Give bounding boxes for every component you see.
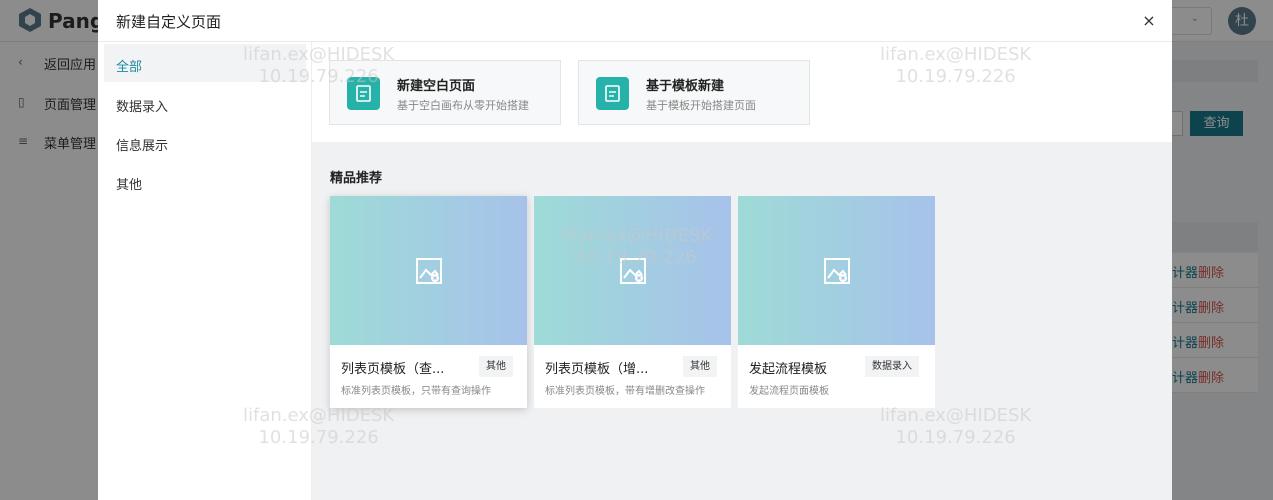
modal-title: 新建自定义页面 xyxy=(116,13,222,31)
template-desc: 标准列表页模板，带有增删改查操作 xyxy=(545,386,705,397)
create-card-title: 新建空白页面 xyxy=(397,79,476,94)
template-tag: 其他 xyxy=(683,356,717,377)
category-label: 信息展示 xyxy=(116,139,169,154)
watermark: lifan.ex@HIDESK 10.19.79.226 xyxy=(561,225,713,268)
section-title: 精品推荐 xyxy=(330,171,383,186)
image-placeholder-icon xyxy=(416,258,442,284)
create-from-template-card[interactable]: 基于模板新建 基于模板开始搭建页面 xyxy=(578,60,810,125)
template-thumbnail xyxy=(738,196,935,345)
category-label: 全部 xyxy=(116,60,143,75)
create-card-desc: 基于模板开始搭建页面 xyxy=(646,99,756,112)
category-data-entry[interactable]: 数据录入 xyxy=(104,84,306,122)
watermark: lifan.ex@HIDESK 10.19.79.226 xyxy=(880,405,1032,448)
template-thumbnail xyxy=(534,196,731,345)
watermark: lifan.ex@HIDESK 10.19.79.226 xyxy=(880,44,1032,87)
create-options-area: 新建空白页面 基于空白画布从零开始搭建 基于模板新建 基于模板开始搭建页面 xyxy=(312,42,1172,142)
category-label: 数据录入 xyxy=(116,100,169,115)
create-card-desc: 基于空白画布从零开始搭建 xyxy=(397,99,529,112)
close-icon[interactable]: × xyxy=(1140,11,1158,30)
template-name: 列表页模板（查... xyxy=(341,362,445,377)
template-name: 列表页模板（增... xyxy=(545,362,649,377)
template-desc: 标准列表页模板，只带有查询操作 xyxy=(341,386,491,397)
template-desc: 发起流程页面模板 xyxy=(749,386,829,397)
category-info-display[interactable]: 信息展示 xyxy=(104,123,306,161)
template-card[interactable]: 列表页模板（查... 其他 标准列表页模板，只带有查询操作 xyxy=(330,196,527,408)
category-label: 其他 xyxy=(116,178,143,193)
modal-header: 新建自定义页面 × xyxy=(98,0,1172,42)
document-icon xyxy=(596,77,629,110)
template-card[interactable]: 发起流程模板 数据录入 发起流程页面模板 xyxy=(738,196,935,408)
template-tag: 数据录入 xyxy=(865,356,919,377)
template-name: 发起流程模板 xyxy=(749,362,828,377)
category-other[interactable]: 其他 xyxy=(104,162,306,200)
template-thumbnail xyxy=(330,196,527,345)
watermark: lifan.ex@HIDESK 10.19.79.226 xyxy=(243,405,395,448)
watermark: lifan.ex@HIDESK 10.19.79.226 xyxy=(243,44,395,87)
create-card-title: 基于模板新建 xyxy=(646,79,725,94)
template-tag: 其他 xyxy=(479,356,513,377)
modal-content: 新建空白页面 基于空白画布从零开始搭建 基于模板新建 基于模板开始搭建页面 精品… xyxy=(312,42,1172,500)
image-placeholder-icon xyxy=(824,258,850,284)
